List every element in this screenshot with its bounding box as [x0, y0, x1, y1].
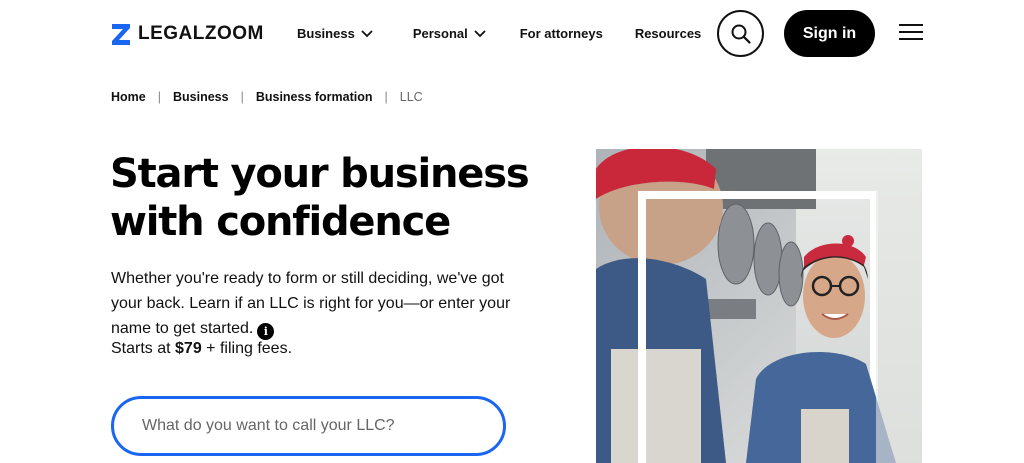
- nav-resources[interactable]: Resources: [635, 26, 701, 41]
- llc-name-input[interactable]: [111, 396, 506, 456]
- nav-for-attorneys-label: For attorneys: [519, 26, 603, 41]
- page-title-line2: with confidence: [110, 199, 451, 245]
- hamburger-menu-icon[interactable]: [899, 24, 923, 42]
- nav-for-attorneys[interactable]: For attorneys: [520, 26, 603, 41]
- breadcrumb: Home | Business | Business formation | L…: [111, 90, 423, 104]
- price-value: $79: [175, 340, 202, 357]
- hero-description-text: Whether you're ready to form or still de…: [111, 270, 511, 337]
- hero-description: Whether you're ready to form or still de…: [111, 266, 521, 341]
- price-line: Starts at $79 + filing fees.: [111, 340, 292, 358]
- logo-mark-icon: [112, 23, 130, 45]
- chevron-down-icon: [361, 29, 373, 37]
- main-nav: Business Personal For attorneys Resource…: [297, 26, 701, 41]
- breadcrumb-business[interactable]: Business: [173, 90, 229, 104]
- breadcrumb-home[interactable]: Home: [111, 90, 146, 104]
- price-suffix: + filing fees.: [201, 340, 293, 357]
- search-button[interactable]: [717, 10, 764, 57]
- legalzoom-logo[interactable]: LEGALZOOM: [112, 23, 264, 45]
- nav-resources-label: Resources: [634, 26, 702, 41]
- chevron-down-icon: [474, 29, 486, 37]
- nav-personal-label: Personal: [412, 26, 468, 41]
- hero-photo: [596, 149, 922, 463]
- breadcrumb-business-formation[interactable]: Business formation: [256, 90, 373, 104]
- nav-business-label: Business: [297, 26, 355, 41]
- info-icon[interactable]: i: [257, 323, 275, 340]
- nav-personal[interactable]: Personal: [413, 26, 486, 41]
- logo-text: LEGALZOOM: [138, 23, 264, 44]
- price-prefix: Starts at: [111, 340, 176, 357]
- search-icon: [731, 24, 751, 44]
- nav-business[interactable]: Business: [297, 26, 373, 41]
- breadcrumb-llc: LLC: [399, 90, 423, 104]
- page-title-line1: Start your business: [110, 151, 530, 197]
- page-title: Start your business with confidence: [110, 150, 530, 246]
- sign-in-button[interactable]: Sign in: [784, 10, 875, 57]
